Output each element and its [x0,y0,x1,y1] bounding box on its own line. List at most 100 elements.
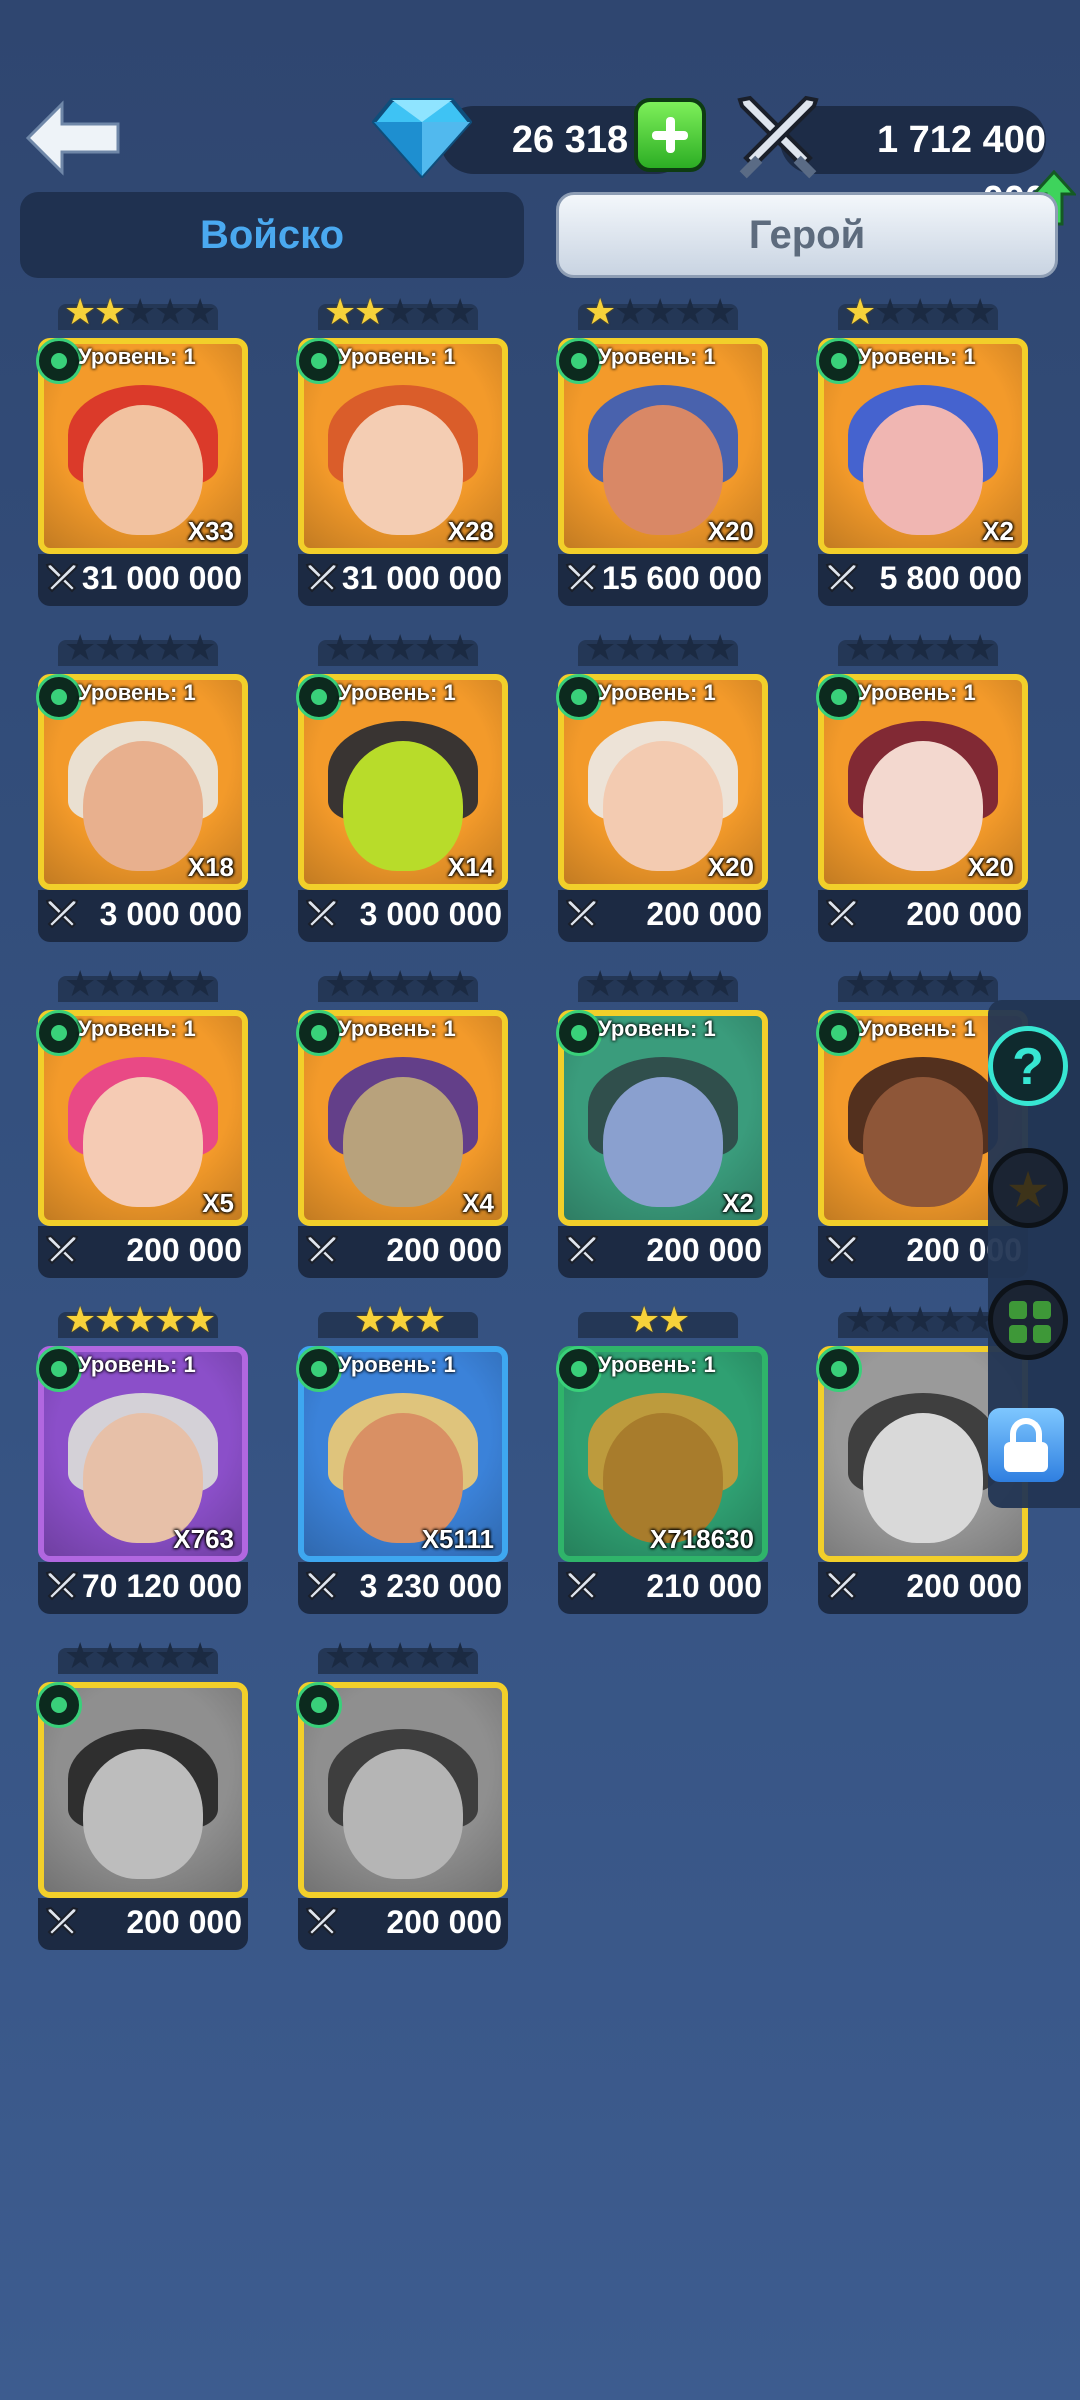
star-empty-icon: ★ [644,627,677,668]
star-empty-icon: ★ [964,291,997,332]
hero-power: 200 000 [906,896,1022,932]
hero-card[interactable]: ★ ★ ★ ★ ★ Уровень: 1 X5 200 000 [24,966,248,1278]
hero-power: 70 120 000 [81,1568,242,1604]
help-button[interactable]: ? [988,1026,1068,1106]
hero-face [863,405,983,536]
potion-icon [296,338,342,384]
star-empty-icon: ★ [124,627,157,668]
star-empty-icon: ★ [154,1635,187,1676]
star-filled-icon: ★ [64,1299,97,1340]
star-empty-icon: ★ [904,1299,937,1340]
tab-army[interactable]: Войско [20,192,524,278]
hero-card[interactable]: ★ ★ ★ ★ ★ Уровень: 1 X2 200 000 [544,966,768,1278]
grid-icon [1033,1301,1051,1319]
hero-power-row: 210 000 [558,1562,768,1614]
hero-power-row: 200 000 [38,1898,248,1950]
diamond-icon [372,98,472,178]
star-filled-icon: ★ [94,1299,127,1340]
star-empty-icon: ★ [124,963,157,1004]
hero-count: X763 [173,1524,234,1554]
potion-icon [556,1346,602,1392]
hero-card[interactable]: ★ ★ ★ ★ ★ 200 000 [284,1638,508,1950]
level-badge: Уровень: 1 [36,674,228,720]
star-empty-icon: ★ [644,291,677,332]
star-empty-icon: ★ [874,963,907,1004]
hero-power-row: 200 000 [298,1898,508,1950]
tab-hero[interactable]: Герой [556,192,1058,278]
hero-power-row: 3 000 000 [298,890,508,942]
hero-card[interactable]: ★ ★ ★ ★ ★ Уровень: 1 X763 70 120 000 [24,1302,248,1614]
crossed-swords-icon [565,562,599,593]
hero-card[interactable]: ★ ★ ★ ★ ★ Уровень: 1 X28 31 000 000 [284,294,508,606]
hero-card[interactable]: ★ ★ ★ ★ ★ Уровень: 1 X33 31 000 000 [24,294,248,606]
star-rating: ★ ★ ★ ★ ★ [58,1302,218,1338]
crossed-swords-icon [825,562,859,593]
star-empty-icon: ★ [94,1635,127,1676]
hero-card[interactable]: ★ ★ ★ ★ ★ Уровень: 1 X20 15 600 000 [544,294,768,606]
star-empty-icon: ★ [934,1299,967,1340]
hero-power: 200 000 [646,896,762,932]
star-empty-icon: ★ [184,963,217,1004]
star-empty-icon: ★ [324,627,357,668]
star-empty-icon: ★ [614,291,647,332]
star-empty-icon: ★ [904,963,937,1004]
potion-icon [556,338,602,384]
hero-card[interactable]: ★ ★ ★ ★ ★ 200 000 [24,1638,248,1950]
star-rating: ★ ★ ★ ★ ★ [318,1638,478,1674]
star-filled-icon: ★ [384,1299,417,1340]
grid-view-button[interactable] [988,1280,1068,1360]
hero-card[interactable]: ★ ★ ★ ★ ★ Уровень: 1 X14 3 000 000 [284,630,508,942]
hero-card[interactable]: ★ ★ ★ Уровень: 1 X5111 3 230 000 [284,1302,508,1614]
hero-power: 200 000 [126,1904,242,1940]
star-empty-icon: ★ [584,963,617,1004]
potion-icon [296,1682,342,1728]
hero-card[interactable]: ★ ★ ★ ★ ★ Уровень: 1 X20 200 000 [544,630,768,942]
star-rating: ★ ★ ★ ★ ★ [578,966,738,1002]
hero-power-row: 200 000 [38,1226,248,1278]
potion-icon [296,674,342,720]
star-empty-icon: ★ [444,291,477,332]
hero-count: X14 [447,852,494,882]
star-empty-icon: ★ [674,627,707,668]
level-badge: Уровень: 1 [556,674,748,720]
hero-face [343,741,463,872]
crossed-swords-icon [305,1906,339,1937]
hero-count: X20 [707,516,754,546]
hero-face [83,1749,203,1880]
level-badge: Уровень: 1 [296,674,488,720]
star-filled-icon: ★ [324,291,357,332]
level-badge: Уровень: 1 [36,338,228,384]
hero-power-row: 31 000 000 [298,554,508,606]
star-filled-icon: ★ [354,1299,387,1340]
crossed-swords-icon [565,1234,599,1265]
star-filled-icon: ★ [844,291,877,332]
favorites-button[interactable]: ★ [988,1148,1068,1228]
potion-icon [36,1346,82,1392]
star-filled-icon: ★ [94,291,127,332]
hero-card[interactable]: ★ ★ ★ ★ ★ Уровень: 1 X2 5 800 000 [804,294,1028,606]
star-empty-icon: ★ [124,291,157,332]
hero-card[interactable]: ★ ★ ★ ★ ★ Уровень: 1 X18 3 000 000 [24,630,248,942]
hero-card[interactable]: ★ ★ ★ ★ ★ Уровень: 1 X4 200 000 [284,966,508,1278]
star-empty-icon: ★ [704,963,737,1004]
hero-card[interactable]: ★ ★ ★ ★ ★ Уровень: 1 X20 200 000 [804,630,1028,942]
star-filled-icon: ★ [64,291,97,332]
star-empty-icon: ★ [324,1635,357,1676]
level-text: Уровень: 1 [598,1352,716,1377]
grid-icon [1009,1301,1027,1319]
hero-count: X20 [707,852,754,882]
star-empty-icon: ★ [64,627,97,668]
star-rating: ★ ★ ★ [318,1302,478,1338]
hero-card[interactable]: ★ ★ Уровень: 1 X718630 210 000 [544,1302,768,1614]
star-rating: ★ ★ ★ ★ ★ [838,966,998,1002]
lock-button[interactable] [988,1408,1064,1482]
potion-icon [816,674,862,720]
back-arrow-icon[interactable] [24,98,124,178]
star-empty-icon: ★ [184,291,217,332]
level-text: Уровень: 1 [598,680,716,705]
level-badge: Уровень: 1 [556,1346,748,1392]
star-empty-icon: ★ [444,963,477,1004]
star-empty-icon: ★ [354,963,387,1004]
hero-power-row: 200 000 [298,1226,508,1278]
add-gems-button[interactable] [634,98,706,172]
